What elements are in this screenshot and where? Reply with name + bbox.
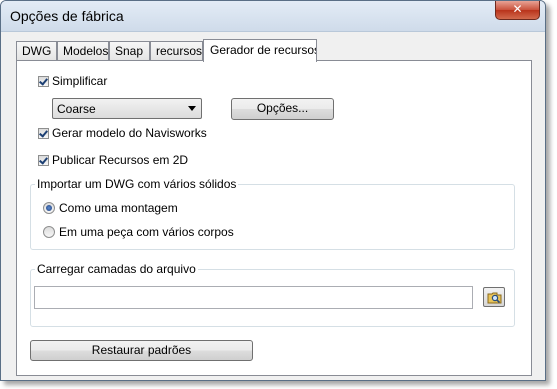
folder-search-icon bbox=[487, 292, 502, 304]
publish2d-checkbox[interactable] bbox=[38, 154, 49, 166]
multibody-radio-label: Em uma peça com vários corpos bbox=[59, 225, 234, 239]
publish2d-label: Publicar Recursos em 2D bbox=[52, 153, 189, 167]
tab-gerador-de-recursos[interactable]: Gerador de recursos bbox=[203, 39, 317, 62]
quality-select-value: Coarse bbox=[57, 102, 96, 116]
multibody-radio[interactable] bbox=[43, 226, 55, 238]
load-layers-group-label: Carregar camadas do arquivo bbox=[35, 262, 198, 276]
radio-row-multibody[interactable]: Em uma peça com vários corpos bbox=[43, 224, 234, 240]
navisworks-checkbox[interactable] bbox=[38, 127, 49, 139]
close-icon: ✕ bbox=[512, 2, 523, 16]
layers-file-input[interactable] bbox=[34, 286, 473, 309]
factory-options-dialog: Opções de fábrica ✕ DWG Modelos Snap rec… bbox=[0, 0, 546, 381]
tab-dwg[interactable]: DWG bbox=[16, 41, 57, 61]
browse-file-button[interactable] bbox=[483, 287, 505, 307]
simplify-label: Simplificar bbox=[52, 74, 108, 88]
simplify-checkbox-row[interactable]: Simplificar bbox=[38, 73, 107, 89]
publish2d-checkbox-row[interactable]: Publicar Recursos em 2D bbox=[38, 152, 188, 168]
tab-snap[interactable]: Snap bbox=[109, 41, 150, 61]
import-dwg-group-label: Importar um DWG com vários sólidos bbox=[35, 177, 239, 191]
restore-defaults-button[interactable]: Restaurar padrões bbox=[30, 340, 253, 361]
navisworks-label: Gerar modelo do Navisworks bbox=[52, 126, 207, 140]
tab-modelos[interactable]: Modelos bbox=[57, 41, 109, 61]
assembly-radio-label: Como uma montagem bbox=[59, 201, 178, 215]
radio-row-assembly[interactable]: Como uma montagem bbox=[43, 200, 178, 216]
tab-recursos[interactable]: recursos bbox=[150, 41, 203, 61]
import-dwg-group: Importar um DWG com vários sólidos bbox=[30, 177, 515, 250]
dialog-title: Opções de fábrica bbox=[10, 8, 124, 24]
options-button[interactable]: Opções... bbox=[231, 98, 334, 120]
simplify-checkbox[interactable] bbox=[38, 75, 49, 87]
navisworks-checkbox-row[interactable]: Gerar modelo do Navisworks bbox=[38, 125, 207, 141]
quality-select[interactable]: Coarse bbox=[52, 98, 202, 119]
assembly-radio[interactable] bbox=[43, 202, 55, 214]
close-button[interactable]: ✕ bbox=[495, 1, 540, 20]
chevron-down-icon bbox=[188, 106, 196, 111]
title-bar[interactable]: Opções de fábrica ✕ bbox=[1, 1, 545, 32]
